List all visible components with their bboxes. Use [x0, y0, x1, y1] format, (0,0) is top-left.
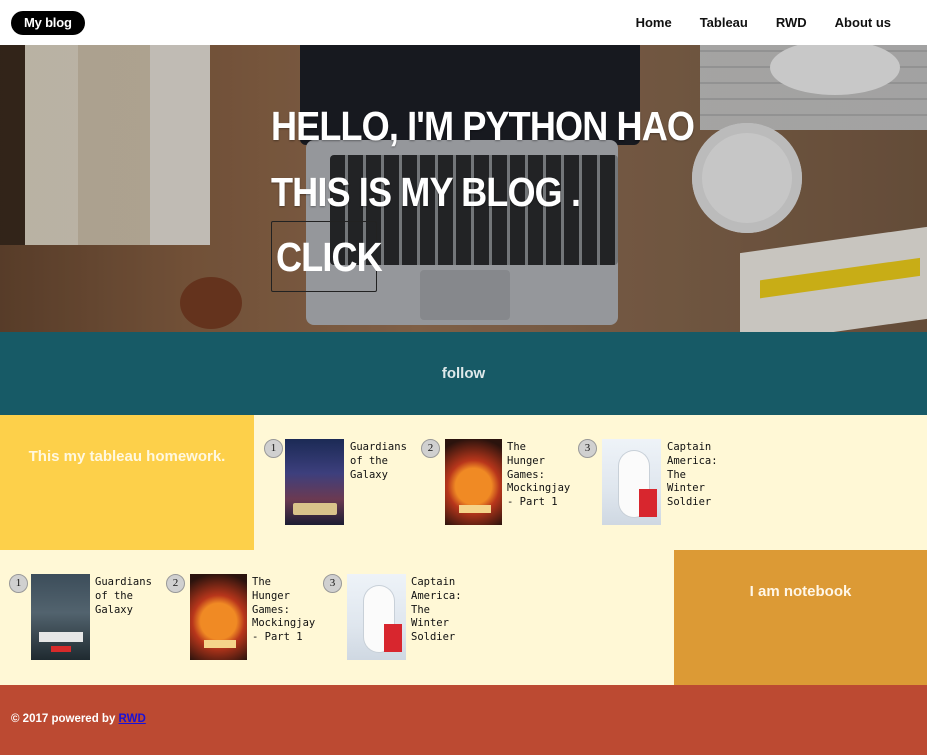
hero-banner: HELLO, I'M PYTHON HAO THIS IS MY BLOG . …	[0, 45, 927, 332]
big-hero-6-poster-image	[602, 439, 661, 525]
click-button-label: CLICK	[276, 234, 383, 280]
tableau-homework-box: This my tableau homework.	[0, 415, 254, 550]
footer-copyright: © 2017 powered by	[11, 713, 119, 725]
guardians-poster-image	[285, 439, 344, 525]
movie-title: Captain America: The Winter Soldier	[667, 441, 718, 509]
nav-item-rwd[interactable]: RWD	[776, 15, 807, 31]
movie-title: The Hunger Games: Mockingjay - Part 1	[252, 576, 316, 644]
follow-section: follow	[0, 332, 927, 415]
mockingjay-poster-image	[445, 439, 502, 525]
movie-title: The Hunger Games: Mockingjay - Part 1	[507, 441, 571, 509]
rank-badge: 3	[323, 574, 342, 593]
brand-logo-link[interactable]: My blog	[11, 11, 85, 35]
notebook-box: I am notebook	[674, 550, 927, 685]
nav-item-about-us[interactable]: About us	[835, 15, 891, 31]
click-button[interactable]: CLICK	[271, 221, 383, 292]
tableau-section: This my tableau homework. 1 Guardians of…	[0, 415, 927, 550]
big-hero-6-poster-image	[347, 574, 406, 660]
hero-heading-line2: THIS IS MY BLOG .	[271, 169, 581, 215]
tableau-homework-label: This my tableau homework.	[28, 448, 226, 465]
footer: © 2017 powered by RWD	[0, 685, 927, 755]
nav-menu: Home Tableau RWD About us	[608, 15, 891, 31]
movie-title: Captain America: The Winter Soldier	[411, 576, 462, 644]
notebook-section: 1 Guardians of the Galaxy 2 The Hunger G…	[0, 550, 927, 685]
rank-badge: 1	[9, 574, 28, 593]
rank-badge: 1	[264, 439, 283, 458]
planet-of-the-apes-poster-image	[31, 574, 90, 660]
nav-item-tableau[interactable]: Tableau	[700, 15, 748, 31]
footer-rwd-link[interactable]: RWD	[119, 713, 146, 725]
movie-title: Guardians of the Galaxy	[95, 576, 152, 616]
notebook-label: I am notebook	[749, 583, 852, 600]
mockingjay-poster-image	[190, 574, 247, 660]
movie-title: Guardians of the Galaxy	[350, 441, 407, 481]
follow-label: follow	[441, 365, 486, 382]
rank-badge: 3	[578, 439, 597, 458]
hero-heading-line1: HELLO, I'M PYTHON HAO	[271, 103, 695, 149]
footer-text: © 2017 powered by RWD	[11, 713, 146, 725]
rank-badge: 2	[166, 574, 185, 593]
top-navbar: My blog Home Tableau RWD About us	[0, 0, 927, 45]
nav-item-home[interactable]: Home	[636, 15, 672, 31]
rank-badge: 2	[421, 439, 440, 458]
